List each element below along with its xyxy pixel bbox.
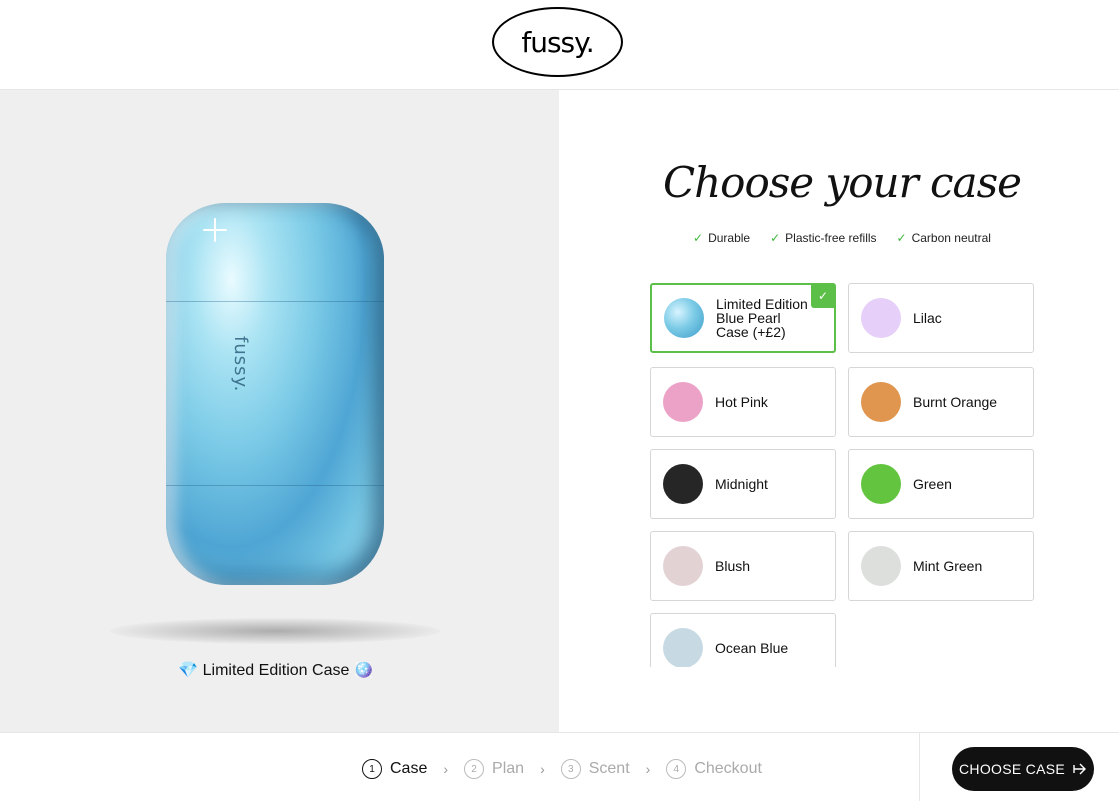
step-number: 3 xyxy=(560,759,581,779)
case-option-green[interactable]: Green xyxy=(848,449,1034,519)
choose-case-label: CHOOSE CASE xyxy=(959,761,1065,777)
color-swatch xyxy=(663,546,703,586)
choose-case-button[interactable]: CHOOSE CASE xyxy=(952,747,1094,791)
case-shadow xyxy=(110,618,440,644)
header: fussy. xyxy=(0,0,1119,90)
step-scent[interactable]: 3 Scent xyxy=(560,759,630,779)
selected-check-icon: ✓ xyxy=(811,284,835,308)
color-swatch xyxy=(663,464,703,504)
case-option-label: Mint Green xyxy=(913,558,983,574)
case-option-midnight[interactable]: Midnight xyxy=(650,449,836,519)
step-label: Plan xyxy=(492,760,525,777)
check-icon: ✓ xyxy=(770,231,781,245)
color-swatch xyxy=(861,298,901,338)
sparkle-icon xyxy=(203,218,227,242)
feature-item: ✓ Durable xyxy=(693,231,750,245)
check-icon: ✓ xyxy=(896,231,907,245)
case-option-hot-pink[interactable]: Hot Pink xyxy=(650,367,836,437)
case-option-label: Lilac xyxy=(913,310,942,326)
color-swatch xyxy=(664,298,704,338)
step-label: Scent xyxy=(588,760,630,777)
case-caption: 💎 Limited Edition Case 🪩 xyxy=(0,660,552,680)
step-case[interactable]: 1 Case xyxy=(362,759,427,779)
footer-bar: 1 Case › 2 Plan › 3 Scent › 4 Checkout C… xyxy=(0,732,1119,801)
gem-icon: 💎 xyxy=(178,662,199,679)
product-preview-panel: fussy. 💎 Limited Edition Case 🪩 xyxy=(0,90,559,732)
case-option-label: Limited Edition Blue Pearl Case (+£2) xyxy=(716,296,808,340)
chevron-right-icon: › xyxy=(443,761,449,777)
case-option-blue-pearl[interactable]: Limited Edition Blue Pearl Case (+£2) ✓ xyxy=(650,283,836,353)
page-title: Choose your case xyxy=(663,158,1022,207)
case-option-blush[interactable]: Blush xyxy=(650,531,836,601)
case-seam-bottom xyxy=(166,485,384,486)
step-label: Case xyxy=(390,760,428,777)
case-option-label: Green xyxy=(913,476,952,492)
step-number: 1 xyxy=(362,759,382,779)
case-option-ocean-blue[interactable]: Ocean Blue xyxy=(650,613,836,667)
arrow-right-icon xyxy=(1073,763,1086,775)
footer-divider xyxy=(919,733,920,801)
step-checkout[interactable]: 4 Checkout xyxy=(666,759,762,779)
case-option-label: Ocean Blue xyxy=(715,640,789,656)
case-logo-text: fussy. xyxy=(230,336,251,393)
case-option-label: Midnight xyxy=(715,476,768,492)
color-swatch xyxy=(663,382,703,422)
checkout-steps: 1 Case › 2 Plan › 3 Scent › 4 Checkout xyxy=(362,759,762,779)
fussy-logo[interactable]: fussy. xyxy=(492,7,623,77)
chevron-right-icon: › xyxy=(540,761,545,777)
case-caption-text: Limited Edition Case xyxy=(202,662,350,679)
case-option-mint-green[interactable]: Mint Green xyxy=(848,531,1034,601)
case-options-list[interactable]: Limited Edition Blue Pearl Case (+£2) ✓ … xyxy=(650,283,1034,667)
feature-item: ✓ Carbon neutral xyxy=(897,231,991,245)
case-option-label: Hot Pink xyxy=(715,394,768,410)
color-swatch xyxy=(861,382,901,422)
case-option-lilac[interactable]: Lilac xyxy=(848,283,1034,353)
step-plan[interactable]: 2 Plan xyxy=(464,759,524,779)
case-option-label: Blush xyxy=(715,558,751,574)
color-swatch xyxy=(663,628,703,667)
case-seam-top xyxy=(166,301,384,302)
disco-ball-icon: 🪩 xyxy=(353,662,374,679)
feature-label: Durable xyxy=(708,231,751,245)
color-swatch xyxy=(861,546,901,586)
chevron-right-icon: › xyxy=(645,761,651,777)
case-picker-panel: Choose your case ✓ Durable ✓ Plastic-fre… xyxy=(559,90,1119,732)
case-option-label: Burnt Orange xyxy=(913,394,998,410)
feature-label: Carbon neutral xyxy=(911,231,991,245)
step-label: Checkout xyxy=(694,760,762,777)
step-number: 4 xyxy=(666,759,687,779)
feature-item: ✓ Plastic-free refills xyxy=(770,231,876,245)
check-icon: ✓ xyxy=(693,231,704,245)
case-option-burnt-orange[interactable]: Burnt Orange xyxy=(848,367,1034,437)
step-number: 2 xyxy=(464,759,485,779)
feature-list: ✓ Durable ✓ Plastic-free refills ✓ Carbo… xyxy=(559,231,1119,245)
feature-label: Plastic-free refills xyxy=(785,231,877,245)
case-image xyxy=(166,203,384,585)
color-swatch xyxy=(861,464,901,504)
